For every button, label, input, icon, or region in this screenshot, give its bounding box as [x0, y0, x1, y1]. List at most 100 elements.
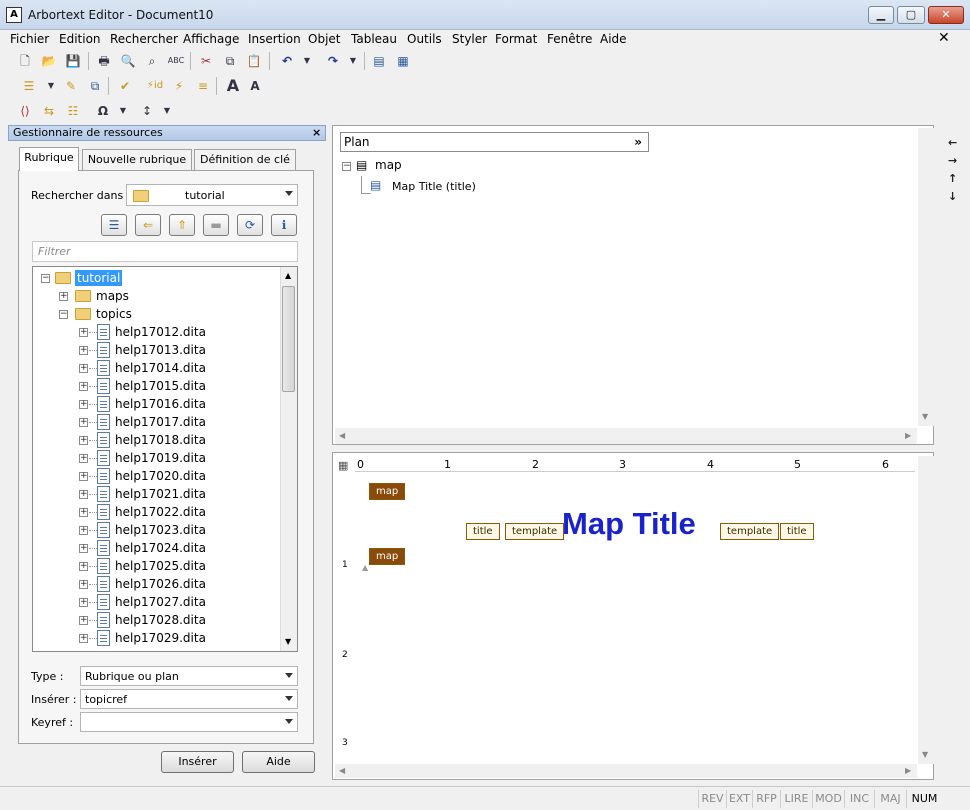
- tree-item-file[interactable]: + help17027.dita: [33, 593, 283, 611]
- scroll-down-icon[interactable]: ▼: [922, 412, 928, 421]
- scroll-up-icon[interactable]: ▲: [285, 271, 291, 280]
- spellcheck-icon[interactable]: ABC: [167, 52, 185, 70]
- tree-item-file[interactable]: + help17029.dita: [33, 629, 283, 647]
- help-button[interactable]: Aide: [242, 751, 315, 773]
- maximize-button[interactable]: ▢: [897, 6, 925, 24]
- save-icon[interactable]: 💾: [64, 52, 82, 70]
- tree-item-file[interactable]: + help17012.dita: [33, 323, 283, 341]
- table-icon[interactable]: ▦: [338, 459, 348, 472]
- expand-icon[interactable]: +: [79, 346, 88, 355]
- tab-rubrique[interactable]: Rubrique: [19, 147, 79, 171]
- map-open-tag[interactable]: map: [369, 483, 406, 500]
- close-window-button[interactable]: ✕: [928, 6, 964, 24]
- menu-fichier[interactable]: Fichier: [10, 32, 49, 46]
- insert-xref-icon[interactable]: ⇆: [40, 102, 58, 120]
- undo-icon[interactable]: ↶: [278, 52, 296, 70]
- up-folder-button[interactable]: ⇑: [169, 214, 195, 236]
- plan-node-map[interactable]: − ▤ map: [341, 158, 491, 176]
- tree-item-file[interactable]: + help17014.dita: [33, 359, 283, 377]
- new-document-icon[interactable]: 🗋: [16, 52, 34, 70]
- resource-manager-close-button[interactable]: ×: [312, 126, 321, 139]
- menu-insertion[interactable]: Insertion: [248, 32, 301, 46]
- expand-icon[interactable]: +: [79, 328, 88, 337]
- map-title-text[interactable]: Map Title: [562, 506, 696, 542]
- expand-icon[interactable]: +: [59, 292, 68, 301]
- tree-item-file[interactable]: + help17025.dita: [33, 557, 283, 575]
- tree-item-file[interactable]: + help17021.dita: [33, 485, 283, 503]
- paste-icon[interactable]: 📋: [245, 52, 263, 70]
- modify-attributes-icon[interactable]: ⚡: [170, 77, 188, 95]
- insert-markup-icon[interactable]: ☰: [20, 77, 38, 95]
- expand-icon[interactable]: +: [79, 616, 88, 625]
- expand-icon[interactable]: +: [79, 400, 88, 409]
- undo-dropdown-icon[interactable]: ▼: [298, 52, 316, 70]
- tree-item-file[interactable]: + help17020.dita: [33, 467, 283, 485]
- cut-icon[interactable]: ✂: [197, 52, 215, 70]
- expand-icon[interactable]: +: [79, 634, 88, 643]
- tree-item-file[interactable]: + help17022.dita: [33, 503, 283, 521]
- title-open-tag[interactable]: title: [466, 523, 500, 540]
- find-icon[interactable]: ⌕: [143, 52, 161, 70]
- type-select[interactable]: Rubrique ou plan: [80, 666, 298, 686]
- map-close-tag[interactable]: map: [369, 548, 406, 565]
- outline-view-icon[interactable]: ▦: [394, 52, 412, 70]
- scroll-right-icon[interactable]: ▶: [905, 431, 911, 440]
- collapse-icon[interactable]: −: [342, 162, 351, 171]
- menu-tableau[interactable]: Tableau: [351, 32, 397, 46]
- menu-aide[interactable]: Aide: [600, 32, 627, 46]
- tab-definition-de-cle[interactable]: Définition de clé: [194, 149, 296, 171]
- menu-edition[interactable]: Edition: [59, 32, 101, 46]
- menu-objet[interactable]: Objet: [308, 32, 340, 46]
- insert-list-icon[interactable]: ☷: [64, 102, 82, 120]
- tree-item-topics[interactable]: − topics: [33, 305, 283, 323]
- expand-icon[interactable]: +: [79, 418, 88, 427]
- resource-tree[interactable]: − tutorial + maps − topics + help17012.di…: [32, 266, 298, 652]
- scroll-right-icon[interactable]: ▶: [905, 766, 911, 775]
- symbol-dropdown-icon[interactable]: ▼: [114, 102, 132, 120]
- change-markup-icon[interactable]: ✎: [62, 77, 80, 95]
- expand-icon[interactable]: +: [79, 598, 88, 607]
- expand-icon[interactable]: +: [79, 364, 88, 373]
- back-folder-button[interactable]: ⇐: [135, 214, 161, 236]
- insert-markup-dropdown-icon[interactable]: ▼: [42, 77, 60, 95]
- id-attribute-icon[interactable]: ⚡id: [146, 77, 164, 95]
- scroll-down-icon[interactable]: ▼: [285, 637, 291, 646]
- filter-input[interactable]: Filtrer: [32, 241, 298, 262]
- copy-icon[interactable]: ⧉: [221, 52, 239, 70]
- document-view-icon[interactable]: ▤: [370, 52, 388, 70]
- template-open-tag[interactable]: template: [505, 523, 565, 540]
- copy-markup-icon[interactable]: ⧉: [86, 77, 104, 95]
- tab-nouvelle-rubrique[interactable]: Nouvelle rubrique: [82, 149, 192, 171]
- tree-item-file[interactable]: + help17015.dita: [33, 377, 283, 395]
- insert-symbol-icon[interactable]: Ω: [94, 102, 112, 120]
- expand-icon[interactable]: +: [79, 526, 88, 535]
- tree-item-file[interactable]: + help17016.dita: [33, 395, 283, 413]
- insert-button[interactable]: Insérer: [161, 751, 234, 773]
- increase-font-icon[interactable]: A: [224, 77, 242, 95]
- new-folder-button[interactable]: ▬: [203, 214, 229, 236]
- line-spacing-dropdown-icon[interactable]: ▼: [158, 102, 176, 120]
- title-close-tag[interactable]: title: [780, 523, 814, 540]
- left-arrow-icon[interactable]: ←: [948, 136, 957, 149]
- insert-entity-icon[interactable]: ⟨⟩: [16, 102, 34, 120]
- close-document-button[interactable]: ✕: [938, 30, 950, 46]
- expand-icon[interactable]: +: [79, 580, 88, 589]
- scroll-left-icon[interactable]: ◀: [339, 431, 345, 440]
- tree-item-file[interactable]: + help17013.dita: [33, 341, 283, 359]
- plan-horizontal-scrollbar[interactable]: ◀ ▶: [335, 428, 917, 444]
- minimize-button[interactable]: ▁: [868, 6, 894, 24]
- scroll-left-icon[interactable]: ◀: [339, 766, 345, 775]
- view-list-button[interactable]: ☰: [101, 214, 127, 236]
- tree-item-maps[interactable]: + maps: [33, 287, 283, 305]
- insert-select[interactable]: topicref: [80, 689, 298, 709]
- decrease-font-icon[interactable]: A: [246, 77, 264, 95]
- refresh-button[interactable]: ⟳: [237, 214, 263, 236]
- editor-vertical-scrollbar[interactable]: ▼: [918, 456, 934, 764]
- tree-item-file[interactable]: + help17018.dita: [33, 431, 283, 449]
- expand-icon[interactable]: +: [79, 454, 88, 463]
- tree-item-file[interactable]: + help17024.dita: [33, 539, 283, 557]
- menu-rechercher[interactable]: Rechercher: [110, 32, 178, 46]
- editor-horizontal-scrollbar[interactable]: ◀ ▶: [335, 764, 917, 778]
- tree-item-file[interactable]: + help17026.dita: [33, 575, 283, 593]
- print-preview-icon[interactable]: 🔍: [119, 52, 137, 70]
